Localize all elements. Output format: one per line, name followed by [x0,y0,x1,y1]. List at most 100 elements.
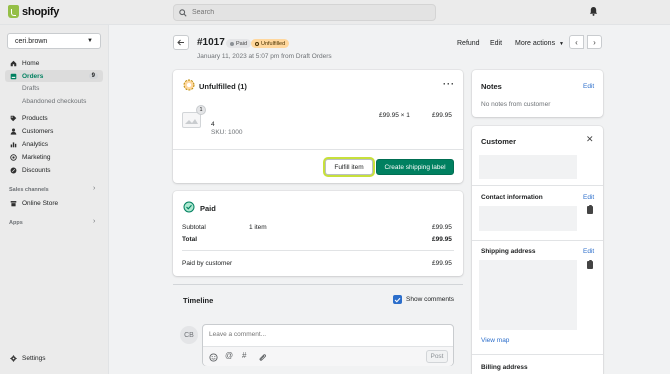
shipping-edit-link[interactable]: Edit [583,248,594,255]
chevron-right-icon: › [593,37,596,47]
sales-channels-heading: Sales channels [9,187,49,193]
sidebar-item-orders[interactable]: Orders 9 [5,70,103,82]
customer-card: Customer ✕ Contact information Edit Ship… [472,126,603,374]
contact-info-placeholder [479,206,577,231]
target-icon [10,153,17,161]
search-icon [179,8,187,17]
unfulfilled-card: Unfulfilled (1) ··· 1 4 SKU: 1000 £99.95… [173,70,463,183]
notes-title: Notes [481,82,502,91]
contact-info-title: Contact information [481,194,543,201]
sidebar-item-settings[interactable]: Settings [5,352,103,364]
more-actions-button[interactable]: More actions ▼ [515,40,564,47]
sidebar-item-label: Discounts [22,166,51,174]
previous-order-button[interactable]: ‹ [569,35,584,49]
shipping-address-placeholder [479,260,577,330]
notes-empty-text: No notes from customer [481,101,551,108]
discount-icon [10,167,17,173]
unfulfilled-badge-label: Unfulfilled [261,40,286,47]
bar-chart-icon [10,141,17,147]
clipboard-icon[interactable] [587,260,593,269]
sidebar-item-label: Products [22,114,48,122]
status-dot-icon [255,41,259,46]
clipboard-icon[interactable] [587,205,593,214]
tag-icon [10,115,17,121]
paid-badge-label: Paid [236,40,248,47]
order-date: January 11, 2023 at 5:07 pm from Draft O… [197,53,332,60]
sidebar: ceri.brown ▼ Home Orders 9 Drafts Abando… [0,25,109,374]
sidebar-item-customers[interactable]: Customers [5,125,103,137]
gear-icon [10,354,17,362]
orders-count-badge: 9 [88,73,98,79]
apps-heading: Apps [9,220,23,226]
sidebar-item-label: Customers [22,127,54,135]
comment-box: @ # Post [202,324,454,366]
chevron-left-icon: ‹ [575,37,578,47]
sidebar-item-label: Marketing [22,153,51,161]
store-name: ceri.brown [15,37,48,45]
back-button[interactable] [173,35,189,50]
divider [472,354,603,355]
paid-status-badge: Paid [226,39,252,48]
search-input[interactable] [192,9,422,16]
orders-icon [10,73,17,79]
comment-input[interactable] [209,331,447,338]
chevron-right-icon[interactable]: › [93,185,95,192]
attachment-icon[interactable] [258,353,267,362]
show-comments-toggle[interactable]: Show comments [393,295,454,304]
fulfill-item-button[interactable]: Fulfill item [325,159,373,175]
notes-edit-link[interactable]: Edit [583,83,594,90]
store-selector[interactable]: ceri.brown ▼ [7,33,101,49]
divider [182,250,454,251]
caret-down-icon: ▼ [559,41,564,47]
chevron-right-icon[interactable]: › [93,218,95,225]
subtotal-value: £99.95 [432,224,452,231]
paid-by-label: Paid by customer [182,260,233,267]
create-shipping-label-button[interactable]: Create shipping label [376,159,454,175]
refund-button[interactable]: Refund [457,40,480,47]
bell-icon[interactable] [589,6,598,16]
sidebar-item-analytics[interactable]: Analytics [5,138,103,150]
contact-edit-link[interactable]: Edit [583,194,594,201]
top-bar: shopify [0,0,670,25]
divider [173,149,463,150]
checkbox-checked-icon[interactable] [393,295,402,304]
total-value: £99.95 [432,236,452,243]
sidebar-item-label: Orders [22,72,44,80]
sidebar-item-products[interactable]: Products [5,112,103,124]
store-icon [10,200,17,206]
billing-address-title: Billing address [481,364,528,371]
paid-check-icon [183,201,195,213]
notes-card: Notes Edit No notes from customer [472,70,603,117]
unfulfilled-status-icon [183,79,195,91]
sidebar-sub-abandoned-checkouts[interactable]: Abandoned checkouts [22,98,86,105]
sidebar-item-home[interactable]: Home [5,57,103,69]
close-icon[interactable]: ✕ [586,134,594,145]
quantity-badge: 1 [196,105,206,115]
sidebar-sub-drafts[interactable]: Drafts [22,85,39,92]
mention-icon[interactable]: @ [225,351,233,360]
search-bar[interactable] [173,4,436,21]
post-button[interactable]: Post [426,350,448,363]
home-icon [10,60,17,66]
item-line-total: £99.95 [432,112,452,119]
next-order-button[interactable]: › [587,35,602,49]
divider [472,185,603,186]
edit-button[interactable]: Edit [490,40,502,47]
sidebar-item-online-store[interactable]: Online Store [5,197,103,209]
more-actions-label: More actions [515,40,556,47]
shopify-logo[interactable]: shopify [8,5,59,18]
customer-name-placeholder [479,155,577,179]
sidebar-item-label: Online Store [22,199,59,207]
view-map-link[interactable]: View map [481,337,509,344]
sidebar-item-discounts[interactable]: Discounts [5,164,103,176]
divider [472,240,603,241]
more-options-icon[interactable]: ··· [443,79,455,89]
paid-title: Paid [200,204,216,213]
hashtag-icon[interactable]: # [242,351,246,360]
unfulfilled-title: Unfulfilled (1) [199,82,247,91]
emoji-icon[interactable] [209,353,218,362]
sidebar-item-label: Analytics [22,140,49,148]
item-name[interactable]: 4 [211,121,215,128]
order-number: #1017 [197,37,225,48]
sidebar-item-marketing[interactable]: Marketing [5,151,103,163]
